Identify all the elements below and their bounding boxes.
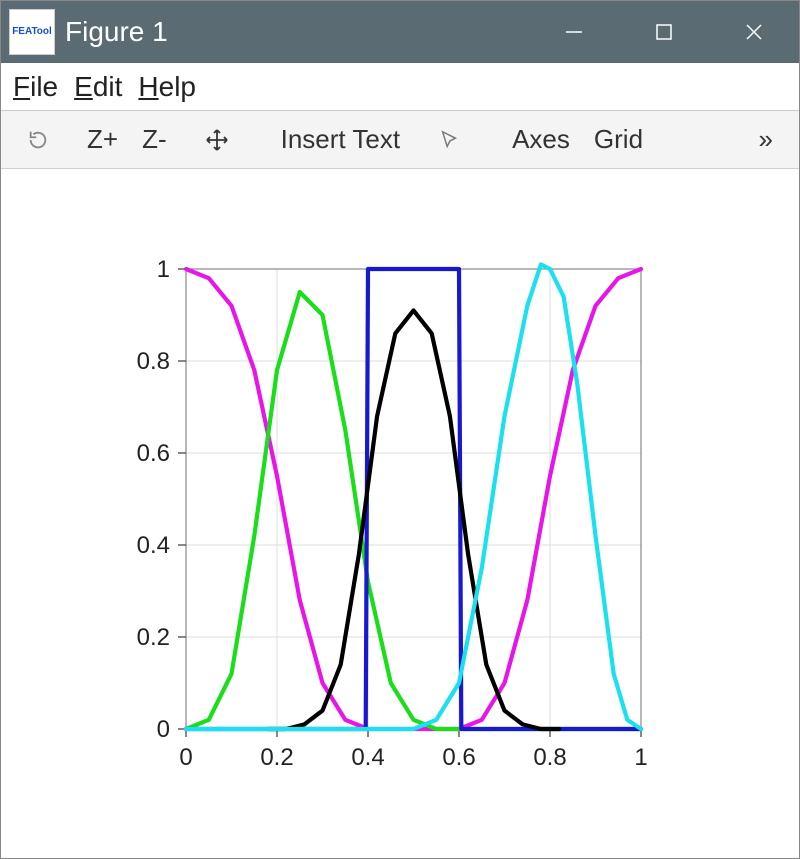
- app-icon: FEATool: [9, 9, 55, 55]
- minimize-icon: [563, 21, 585, 43]
- x-tick-label: 0.6: [442, 744, 475, 771]
- y-tick-label: 0.4: [137, 532, 170, 559]
- y-tick-label: 0: [157, 716, 170, 743]
- menu-help[interactable]: Help: [138, 71, 196, 103]
- menu-help-rest: elp: [159, 71, 196, 102]
- chart[interactable]: 0 0.2 0.4 0.6 0.8 1 0 0.2 0.4 0.6 0.8 1: [1, 169, 799, 857]
- x-tick-label: 1: [634, 744, 647, 771]
- menu-file[interactable]: File: [13, 71, 58, 103]
- x-tick-label: 0.8: [533, 744, 566, 771]
- plot-area: 0 0.2 0.4 0.6 0.8 1 0 0.2 0.4 0.6 0.8 1: [1, 169, 799, 858]
- minimize-button[interactable]: [529, 1, 619, 63]
- restore-icon: [27, 129, 49, 151]
- x-tick-label: 0: [179, 744, 192, 771]
- window-controls: [529, 1, 799, 63]
- y-tick-label: 0.8: [137, 348, 170, 375]
- restore-view-button[interactable]: [15, 125, 61, 155]
- insert-text-button[interactable]: Insert Text: [269, 120, 412, 159]
- menu-edit[interactable]: Edit: [74, 71, 122, 103]
- toolbar-overflow-button[interactable]: »: [747, 120, 785, 159]
- app-icon-text: FEATool: [12, 27, 52, 37]
- maximize-button[interactable]: [619, 1, 709, 63]
- pointer-button[interactable]: [426, 125, 472, 155]
- menu-edit-rest: dit: [93, 71, 123, 102]
- titlebar: FEATool Figure 1: [1, 1, 799, 63]
- toolbar: Z+ Z- Insert Text Axes Grid »: [1, 111, 799, 169]
- zoom-in-button[interactable]: Z+: [75, 120, 130, 159]
- maximize-icon: [654, 22, 674, 42]
- series-cyan: [186, 264, 641, 729]
- series-blue-step: [186, 269, 641, 729]
- close-icon: [743, 21, 765, 43]
- y-tick-label: 1: [157, 256, 170, 283]
- x-tick-label: 0.4: [351, 744, 384, 771]
- series-magenta: [186, 269, 641, 729]
- x-tick-label: 0.2: [260, 744, 293, 771]
- close-button[interactable]: [709, 1, 799, 63]
- pan-button[interactable]: [193, 124, 241, 156]
- pointer-icon: [438, 129, 460, 151]
- y-tick-label: 0.6: [137, 440, 170, 467]
- axes-box: [186, 269, 641, 729]
- zoom-out-button[interactable]: Z-: [130, 120, 179, 159]
- y-tick-label: 0.2: [137, 624, 170, 651]
- window-title: Figure 1: [65, 16, 529, 48]
- menu-file-rest: ile: [30, 71, 58, 102]
- axes-button[interactable]: Axes: [500, 120, 582, 159]
- pan-icon: [205, 128, 229, 152]
- menubar: File Edit Help: [1, 63, 799, 111]
- grid-button[interactable]: Grid: [582, 120, 655, 159]
